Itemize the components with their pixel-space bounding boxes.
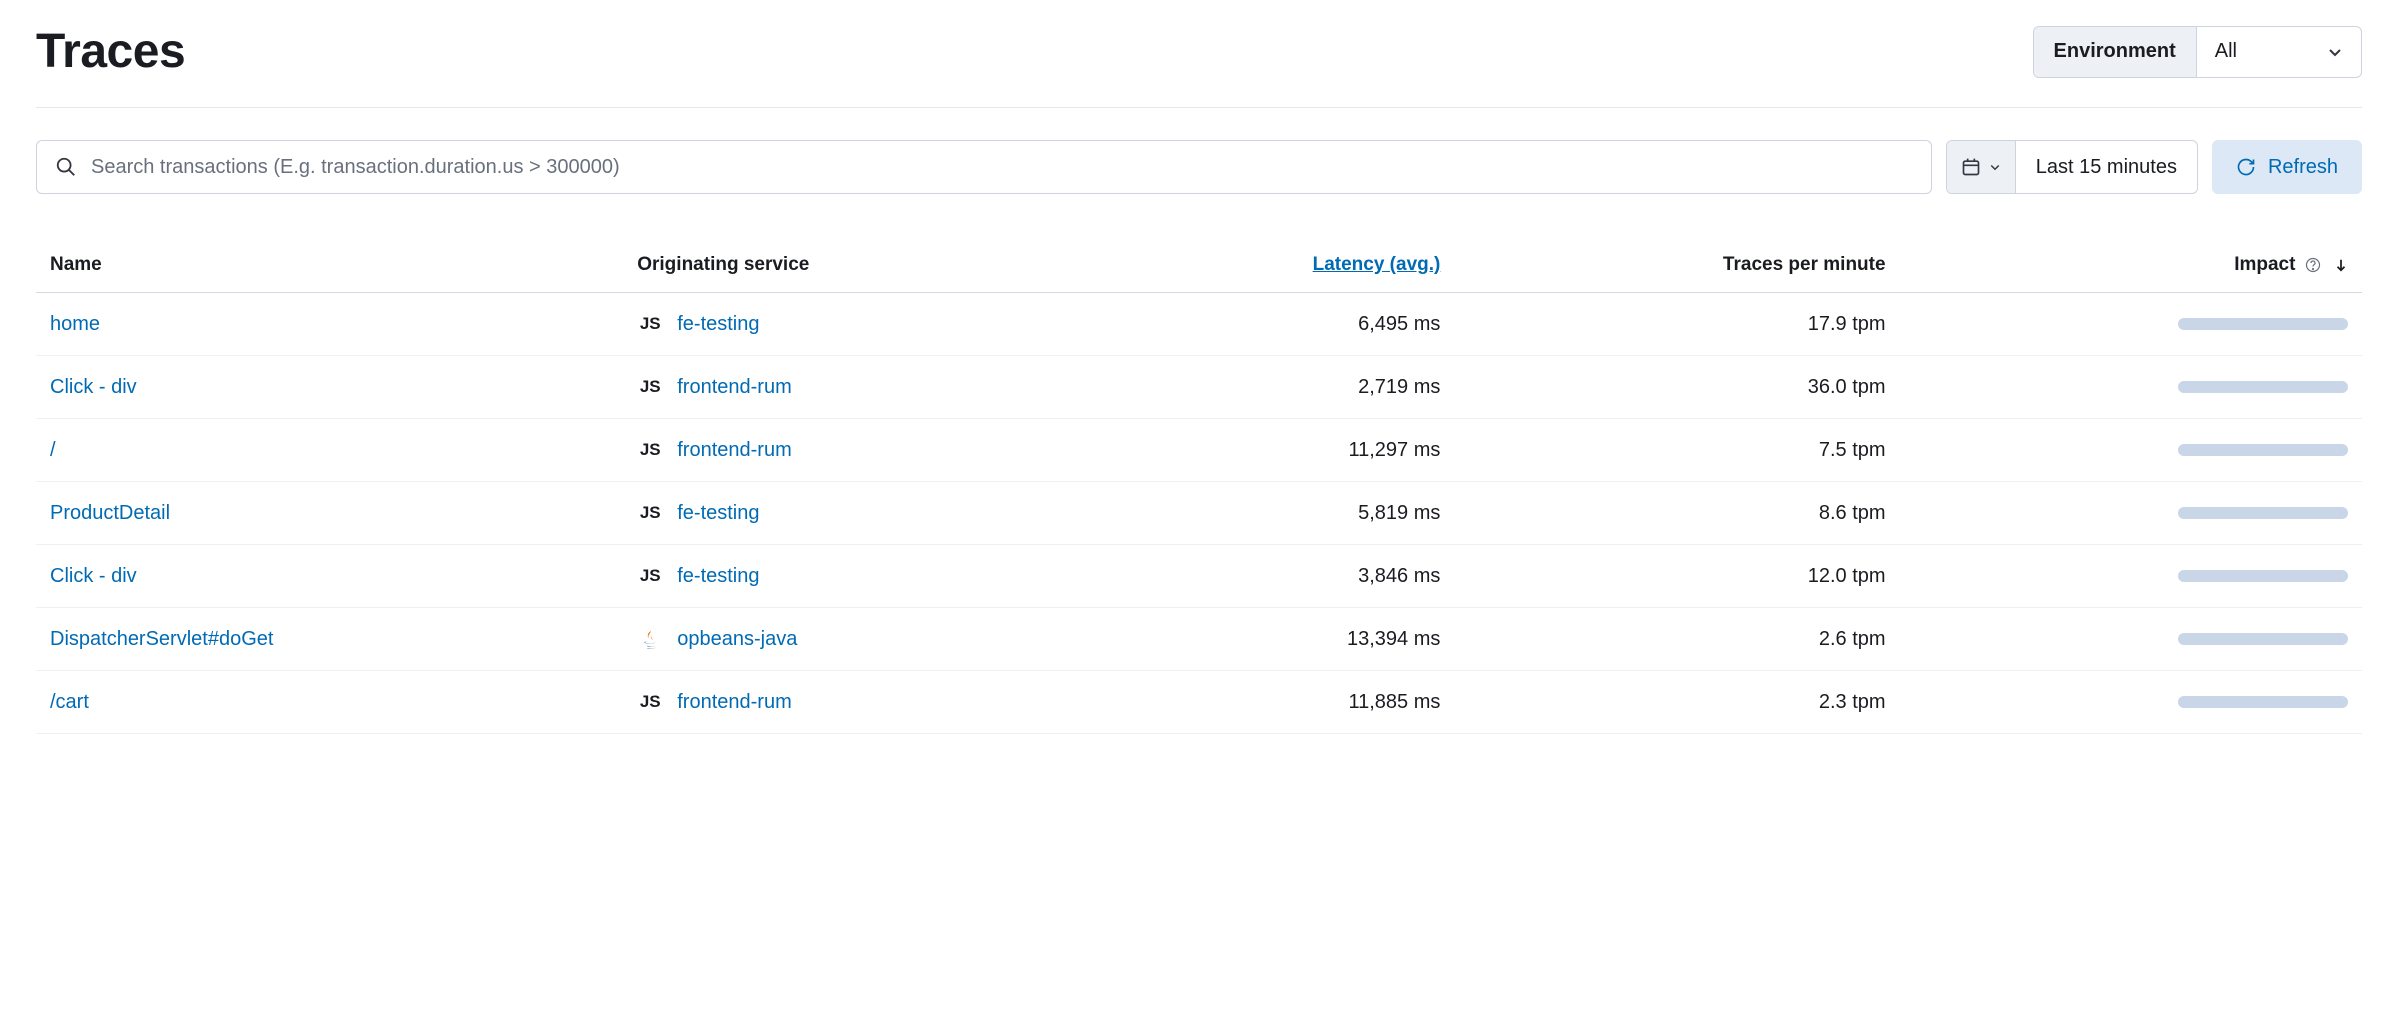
impact-bar xyxy=(2178,633,2348,645)
js-agent-icon: JS xyxy=(637,374,663,400)
environment-value: All xyxy=(2215,40,2237,63)
service-link[interactable]: frontend-rum xyxy=(677,439,792,462)
tpm-value: 17.9 tpm xyxy=(1454,293,1899,356)
js-agent-icon: JS xyxy=(637,563,663,589)
refresh-label: Refresh xyxy=(2268,156,2338,179)
service-link[interactable]: fe-testing xyxy=(677,502,759,525)
sort-desc-icon xyxy=(2334,258,2348,272)
latency-value: 2,719 ms xyxy=(1091,356,1455,419)
trace-name-link[interactable]: Click - div xyxy=(50,565,137,587)
page-title: Traces xyxy=(36,24,185,79)
latency-value: 13,394 ms xyxy=(1091,608,1455,671)
tpm-value: 2.3 tpm xyxy=(1454,671,1899,734)
impact-bar xyxy=(2178,507,2348,519)
service-link[interactable]: fe-testing xyxy=(677,313,759,336)
refresh-button[interactable]: Refresh xyxy=(2212,140,2362,194)
js-agent-icon: JS xyxy=(637,689,663,715)
service-link[interactable]: fe-testing xyxy=(677,565,759,588)
impact-bar xyxy=(2178,570,2348,582)
service-link[interactable]: frontend-rum xyxy=(677,376,792,399)
table-row: Click - div JS fe-testing 3,846 ms12.0 tpm xyxy=(36,545,2362,608)
impact-bar xyxy=(2178,444,2348,456)
chevron-down-icon xyxy=(2327,44,2343,60)
tpm-value: 36.0 tpm xyxy=(1454,356,1899,419)
col-latency[interactable]: Latency (avg.) xyxy=(1091,242,1455,293)
environment-label: Environment xyxy=(2034,27,2197,77)
table-row: / JS frontend-rum 11,297 ms7.5 tpm xyxy=(36,419,2362,482)
table-row: home JS fe-testing 6,495 ms17.9 tpm xyxy=(36,293,2362,356)
refresh-icon xyxy=(2236,157,2256,177)
latency-value: 3,846 ms xyxy=(1091,545,1455,608)
col-service[interactable]: Originating service xyxy=(623,242,1090,293)
col-impact[interactable]: Impact xyxy=(1900,242,2362,293)
environment-select[interactable]: All xyxy=(2197,27,2361,77)
latency-value: 11,885 ms xyxy=(1091,671,1455,734)
table-row: DispatcherServlet#doGet opbeans-java 13,39… xyxy=(36,608,2362,671)
calendar-icon xyxy=(1961,157,1981,177)
time-quick-button[interactable] xyxy=(1947,141,2016,193)
col-name[interactable]: Name xyxy=(36,242,623,293)
tpm-value: 8.6 tpm xyxy=(1454,482,1899,545)
environment-filter[interactable]: Environment All xyxy=(2033,26,2362,78)
table-row: Click - div JS frontend-rum 2,719 ms36.0 tp… xyxy=(36,356,2362,419)
table-row: ProductDetail JS fe-testing 5,819 ms8.6 tpm xyxy=(36,482,2362,545)
tpm-value: 2.6 tpm xyxy=(1454,608,1899,671)
latency-value: 11,297 ms xyxy=(1091,419,1455,482)
search-input[interactable] xyxy=(91,156,1913,179)
tpm-value: 12.0 tpm xyxy=(1454,545,1899,608)
trace-name-link[interactable]: /cart xyxy=(50,691,89,713)
latency-value: 5,819 ms xyxy=(1091,482,1455,545)
trace-name-link[interactable]: Click - div xyxy=(50,376,137,398)
java-agent-icon xyxy=(637,626,663,652)
js-agent-icon: JS xyxy=(637,437,663,463)
service-link[interactable]: frontend-rum xyxy=(677,691,792,714)
js-agent-icon: JS xyxy=(637,311,663,337)
service-link[interactable]: opbeans-java xyxy=(677,628,797,651)
search-icon xyxy=(55,156,77,178)
trace-name-link[interactable]: DispatcherServlet#doGet xyxy=(50,628,273,650)
time-range-picker[interactable]: Last 15 minutes xyxy=(1946,140,2198,194)
impact-bar xyxy=(2178,318,2348,330)
trace-name-link[interactable]: home xyxy=(50,313,100,335)
table-row: /cart JS frontend-rum 11,885 ms2.3 tpm xyxy=(36,671,2362,734)
search-field-wrap[interactable] xyxy=(36,140,1932,194)
tpm-value: 7.5 tpm xyxy=(1454,419,1899,482)
impact-bar xyxy=(2178,381,2348,393)
js-agent-icon: JS xyxy=(637,500,663,526)
trace-name-link[interactable]: / xyxy=(50,439,56,461)
col-tpm[interactable]: Traces per minute xyxy=(1454,242,1899,293)
time-range-label[interactable]: Last 15 minutes xyxy=(2016,141,2197,193)
impact-bar xyxy=(2178,696,2348,708)
traces-table: Name Originating service Latency (avg.) … xyxy=(36,242,2362,734)
latency-value: 6,495 ms xyxy=(1091,293,1455,356)
trace-name-link[interactable]: ProductDetail xyxy=(50,502,170,524)
help-icon xyxy=(2305,257,2321,273)
chevron-down-icon xyxy=(1989,161,2001,173)
